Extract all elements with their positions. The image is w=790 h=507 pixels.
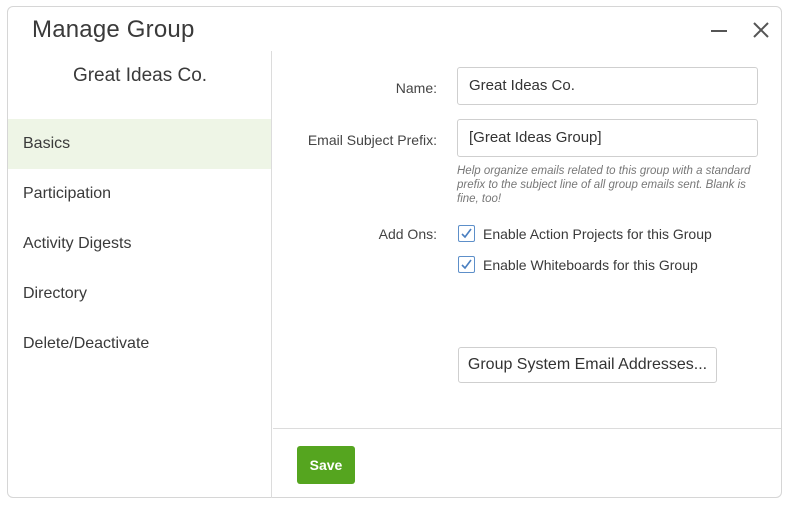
whiteboards-checkbox[interactable] bbox=[458, 256, 475, 273]
email-prefix-help: Help organize emails related to this gro… bbox=[457, 165, 751, 205]
footer-divider bbox=[273, 428, 781, 429]
close-button[interactable] bbox=[748, 17, 774, 43]
group-system-email-button[interactable]: Group System Email Addresses... bbox=[458, 347, 717, 383]
email-prefix-label: Email Subject Prefix: bbox=[307, 132, 437, 148]
basics-panel: Name: Great Ideas Co. Email Subject Pref… bbox=[273, 51, 781, 498]
sidebar: Great Ideas Co. Basics Participation Act… bbox=[8, 51, 272, 498]
save-button[interactable]: Save bbox=[297, 446, 355, 484]
sidebar-item-basics[interactable]: Basics bbox=[8, 119, 271, 169]
manage-group-dialog: Manage Group Great Ideas Co. Basics Part… bbox=[7, 6, 782, 498]
sidebar-item-participation[interactable]: Participation bbox=[8, 169, 271, 219]
minimize-icon bbox=[711, 30, 727, 32]
checkmark-icon bbox=[461, 259, 472, 270]
sidebar-item-activity-digests[interactable]: Activity Digests bbox=[8, 219, 271, 269]
name-input[interactable]: Great Ideas Co. bbox=[457, 67, 758, 105]
whiteboards-label[interactable]: Enable Whiteboards for this Group bbox=[483, 257, 698, 273]
minimize-button[interactable] bbox=[706, 17, 732, 43]
checkmark-icon bbox=[461, 228, 472, 239]
close-icon bbox=[753, 22, 769, 38]
sidebar-item-directory[interactable]: Directory bbox=[8, 269, 271, 319]
sidebar-group-name: Great Ideas Co. bbox=[72, 65, 208, 86]
action-projects-label[interactable]: Enable Action Projects for this Group bbox=[483, 226, 712, 242]
name-label: Name: bbox=[395, 80, 437, 96]
addons-label: Add Ons: bbox=[378, 226, 437, 242]
email-prefix-input[interactable]: [Great Ideas Group] bbox=[457, 119, 758, 157]
sidebar-item-delete-deactivate[interactable]: Delete/Deactivate bbox=[8, 319, 271, 369]
action-projects-checkbox[interactable] bbox=[458, 225, 475, 242]
dialog-title: Manage Group bbox=[32, 16, 195, 43]
